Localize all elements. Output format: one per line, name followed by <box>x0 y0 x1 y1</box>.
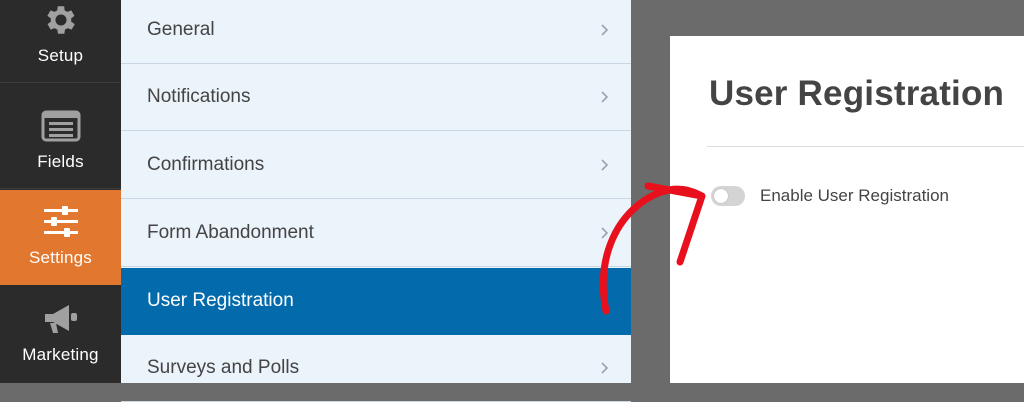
sidebar-item-settings[interactable]: Settings <box>0 190 121 285</box>
settings-content-card: User Registration Enable User Registrati… <box>670 36 1024 383</box>
panel-item-label: Confirmations <box>147 154 265 175</box>
enable-user-registration-toggle[interactable] <box>711 186 745 206</box>
panel-item-confirmations[interactable]: Confirmations <box>121 132 631 199</box>
page-title: User Registration <box>709 74 1005 113</box>
panel-item-form-abandonment[interactable]: Form Abandonment <box>121 200 631 267</box>
gear-icon <box>39 0 83 42</box>
chevron-right-icon <box>601 227 609 239</box>
chevron-right-icon <box>601 24 609 36</box>
chevron-right-icon <box>601 159 609 171</box>
panel-item-general[interactable]: General <box>121 0 631 64</box>
fields-list-icon <box>39 104 83 148</box>
megaphone-icon <box>39 297 83 341</box>
sidebar-item-label: Marketing <box>22 345 99 364</box>
panel-item-label: Surveys and Polls <box>147 357 300 378</box>
builder-sidebar: Setup Fields Settings Marketing <box>0 0 121 383</box>
panel-item-surveys-and-polls[interactable]: Surveys and Polls <box>121 335 631 402</box>
title-divider <box>707 146 1024 147</box>
panel-item-label: Form Abandonment <box>147 222 314 243</box>
panel-item-label: General <box>147 19 215 40</box>
toggle-label: Enable User Registration <box>760 186 949 205</box>
panel-item-label: Notifications <box>147 86 251 107</box>
sidebar-item-label: Setup <box>37 46 84 65</box>
chevron-right-icon <box>601 362 609 374</box>
chevron-right-icon <box>601 91 609 103</box>
sidebar-item-setup[interactable]: Setup <box>0 0 121 83</box>
enable-user-registration-row: Enable User Registration <box>711 186 949 206</box>
panel-item-notifications[interactable]: Notifications <box>121 64 631 131</box>
sidebar-item-label: Fields <box>37 152 84 171</box>
panel-item-label: User Registration <box>147 290 294 311</box>
sliders-icon <box>39 200 83 244</box>
toggle-knob <box>714 189 728 203</box>
sidebar-item-marketing[interactable]: Marketing <box>0 287 121 382</box>
sidebar-item-label: Settings <box>28 248 93 267</box>
sidebar-item-fields[interactable]: Fields <box>0 94 121 189</box>
panel-item-user-registration[interactable]: User Registration <box>121 268 631 335</box>
settings-panel: General Notifications Confirmations Form… <box>121 0 631 402</box>
